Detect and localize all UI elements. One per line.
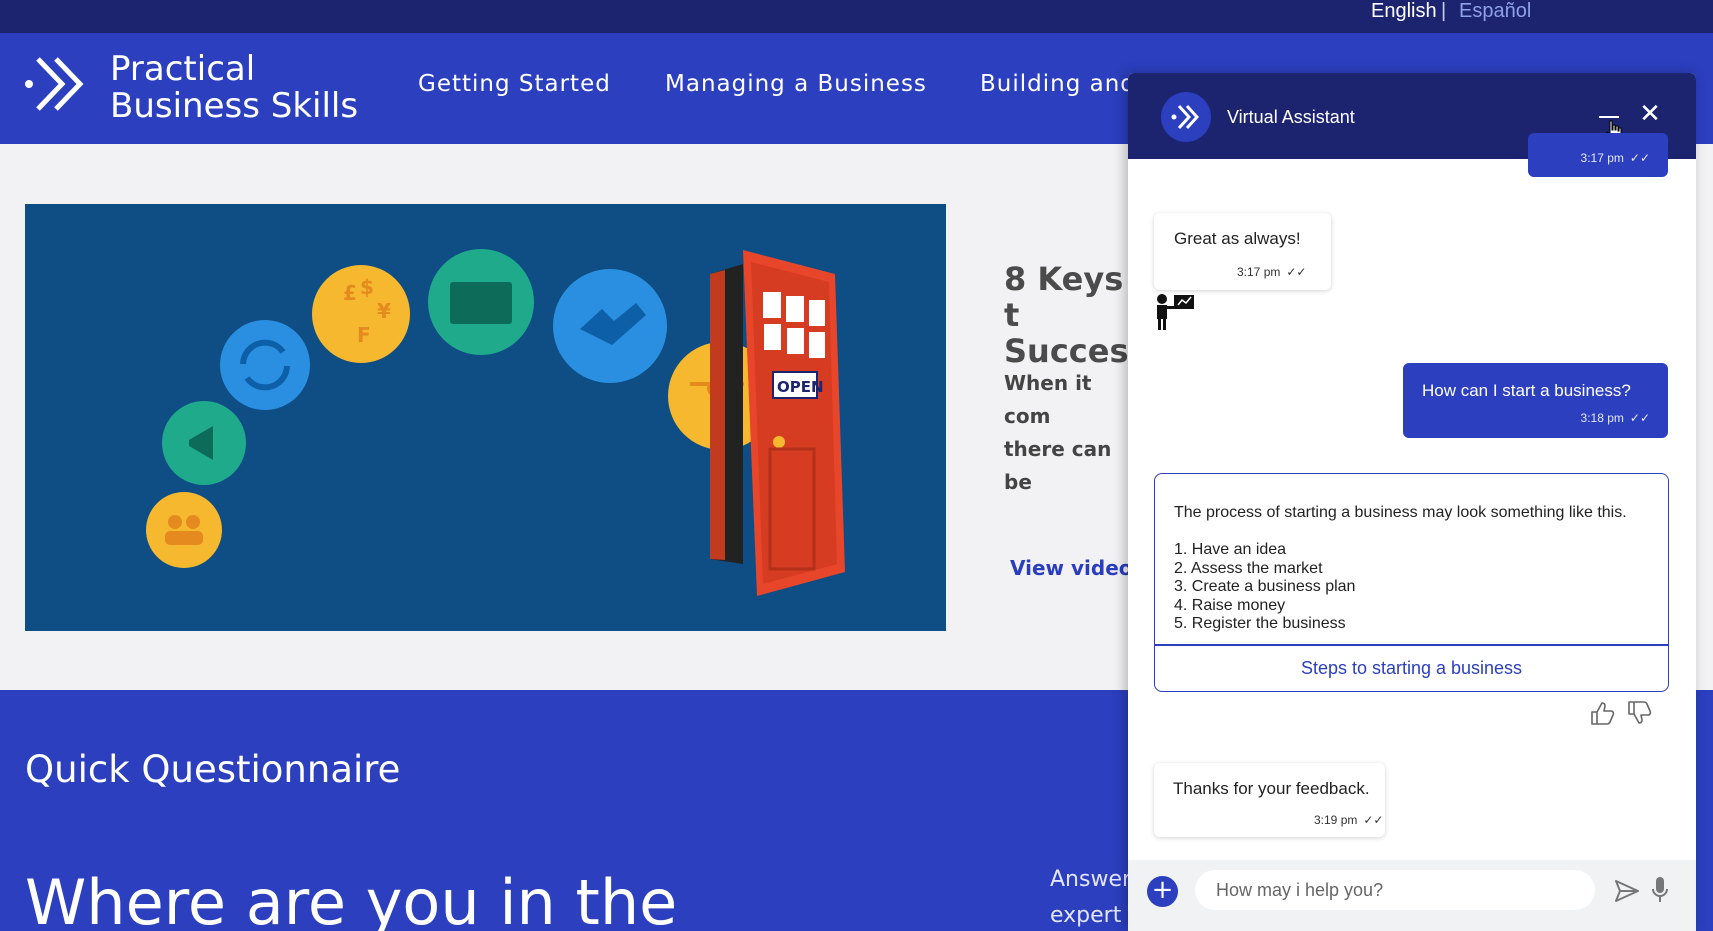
hero-illustration-art: £ $¥F OPEN (146, 249, 845, 596)
svg-text:¥: ¥ (377, 299, 391, 323)
message-time: 3:17 pm ✓✓ (1580, 151, 1650, 165)
step-item: 4. Raise money (1174, 596, 1286, 614)
message-time: 3:17 pm ✓✓ (1237, 265, 1307, 279)
site-logo[interactable]: Practical Business Skills (24, 49, 374, 133)
assistant-avatar (1161, 92, 1211, 142)
logo-line-2: Business Skills (110, 86, 359, 126)
user-message-bubble: How can I start a business? 3:18 pm ✓✓ (1403, 363, 1668, 438)
questionnaire-side-text: Answer expert (1050, 867, 1130, 928)
step-item: 1. Have an idea (1174, 541, 1287, 558)
questionnaire-heading: Where are you in the (25, 866, 678, 931)
steps-card: The process of starting a business may l… (1154, 473, 1669, 692)
card-divider (1155, 644, 1668, 646)
send-icon[interactable] (1614, 879, 1640, 903)
step-item: 2. Assess the market (1174, 559, 1323, 577)
language-spanish-link[interactable]: Español (1459, 0, 1531, 22)
thumbs-up-icon[interactable] (1589, 700, 1615, 726)
user-message-bubble: 3:17 pm ✓✓ (1528, 133, 1668, 177)
hero-illustration[interactable]: £ $ ¥ F OPEN (25, 204, 946, 631)
add-attachment-button[interactable]: + (1147, 876, 1178, 907)
steps-to-starting-link[interactable]: Steps to starting a business (1155, 658, 1668, 679)
chat-title: Virtual Assistant (1227, 107, 1355, 127)
close-icon[interactable]: ✕ (1635, 99, 1665, 129)
hero-title: 8 Keys t Success (1004, 261, 1129, 369)
chat-footer: + (1128, 860, 1696, 931)
steps-list: 1. Have an idea 2. Assess the market 3. … (1174, 541, 1355, 634)
nav-managing-a-business[interactable]: Managing a Business (665, 71, 927, 97)
presenter-icon (1157, 294, 1194, 330)
message-text: Great as always! (1174, 229, 1301, 248)
svg-text:F: F (357, 323, 371, 347)
language-bar: English | Español (0, 0, 1713, 33)
language-english-link[interactable]: English (1371, 0, 1437, 22)
microphone-icon[interactable] (1651, 875, 1669, 905)
message-time: 3:19 pm ✓✓ (1314, 813, 1384, 827)
nav-building-and[interactable]: Building and (980, 71, 1136, 97)
step-item: 5. Register the business (1174, 615, 1346, 632)
view-video-link[interactable]: View video (1010, 556, 1133, 580)
message-time: 3:18 pm ✓✓ (1580, 411, 1650, 425)
svg-text:£: £ (343, 281, 357, 305)
read-check-icon: ✓✓ (1629, 151, 1650, 165)
questionnaire-title: Quick Questionnaire (25, 748, 401, 791)
thumbs-down-icon[interactable] (1626, 700, 1652, 726)
nav-getting-started[interactable]: Getting Started (418, 71, 611, 97)
svg-text:$: $ (360, 275, 374, 299)
virtual-assistant-panel: Virtual Assistant ✕ 3:17 pm ✓✓ Great as a… (1128, 73, 1696, 931)
assistant-chevron-icon (1171, 104, 1200, 130)
read-check-icon: ✓✓ (1629, 411, 1650, 425)
message-text: Thanks for your feedback. (1173, 779, 1370, 798)
step-item: 3. Create a business plan (1174, 578, 1356, 595)
open-sign-text: OPEN (777, 378, 824, 396)
chat-message-input[interactable] (1195, 870, 1595, 910)
logo-chevron-icon (25, 57, 84, 111)
message-text: How can I start a business? (1422, 381, 1631, 400)
bot-message-bubble: Thanks for your feedback. 3:19 pm ✓✓ (1154, 763, 1385, 837)
hero-description: When it com there can be steps you ca of… (1004, 371, 1112, 494)
steps-intro: The process of starting a business may l… (1174, 504, 1627, 521)
read-check-icon: ✓✓ (1363, 813, 1384, 827)
logo-text: Practical Business Skills (110, 51, 358, 125)
read-check-icon: ✓✓ (1286, 265, 1307, 279)
bot-message-bubble: Great as always! 3:17 pm ✓✓ (1154, 213, 1331, 290)
logo-line-1: Practical (110, 49, 256, 89)
language-separator: | (1441, 0, 1447, 22)
